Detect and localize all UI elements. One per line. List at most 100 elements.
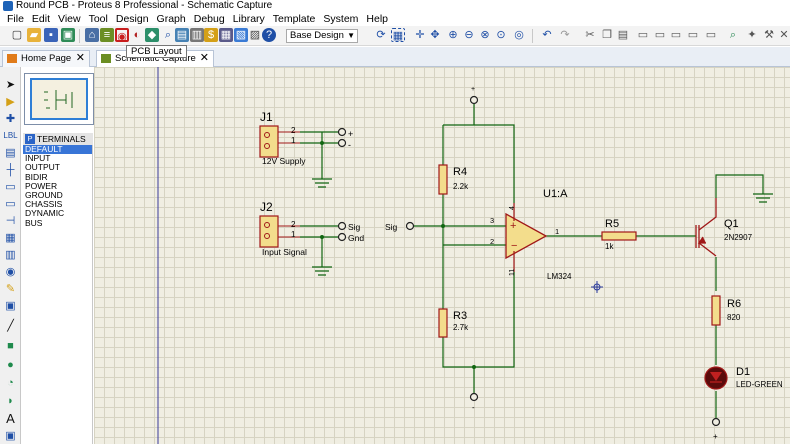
zoom-fit-icon[interactable]: ◎ — [512, 28, 526, 42]
text-script-icon[interactable]: ▤ — [3, 146, 18, 160]
menu-edit[interactable]: Edit — [28, 12, 54, 26]
schematic-canvas[interactable]: J1 2 1 + - 12V Supply J2 2 1 Sig Gnd Inp… — [94, 67, 790, 444]
buses-icon[interactable]: ┼ — [3, 163, 18, 177]
generator-icon[interactable]: ◉ — [3, 265, 18, 279]
wire-label-icon[interactable]: LBL — [3, 129, 18, 143]
pcb-layout-icon[interactable]: ◉ — [115, 28, 129, 43]
mode-toolbar: ➤ ▶ ✚ LBL ▤ ┼ ▭ ▭ ⊣ ▦ ▥ ◉ ✎ ▣ ╱ ■ ● ◔ ◗ … — [0, 67, 21, 444]
origin-icon[interactable]: ✛ — [413, 28, 427, 42]
graph-mode-icon[interactable]: ▦ — [3, 231, 18, 245]
refresh-icon[interactable]: ⟳ — [374, 28, 388, 42]
overview-window[interactable] — [24, 73, 94, 125]
box-tool-icon[interactable]: ■ — [3, 339, 18, 353]
open-folder-icon[interactable]: ▰ — [27, 28, 41, 42]
r6-resistor[interactable] — [711, 295, 721, 326]
r5-resistor[interactable] — [601, 231, 637, 241]
arc-tool-icon[interactable]: ◔ — [3, 376, 18, 390]
copy-icon[interactable]: ❐ — [600, 28, 614, 42]
menu-file[interactable]: File — [3, 12, 28, 26]
j1-pin2: 2 — [291, 126, 296, 135]
close-icon[interactable]: ✕ — [76, 51, 85, 66]
top-rail-label: + — [471, 86, 475, 93]
cut-icon[interactable]: ✂ — [583, 28, 597, 42]
r5-ref: R5 — [605, 218, 619, 230]
u1-opamp[interactable]: + − — [505, 203, 548, 272]
toolbar: ▢ ▰ ▪ ▣ ⌂ ≡ ◉ ◐ ◆ ⌕ ▤ ▥ $ ▦ ▧ ▨ ? Base D… — [0, 26, 790, 46]
close-project-icon[interactable]: ▣ — [61, 28, 75, 42]
save-icon[interactable]: ▪ — [44, 28, 58, 42]
menu-template[interactable]: Template — [269, 12, 320, 26]
schematic-drawing[interactable]: J1 2 1 + - 12V Supply J2 2 1 Sig Gnd Inp… — [94, 67, 790, 444]
component-search-icon[interactable]: ⌕ — [161, 28, 175, 42]
zoom-area-icon[interactable]: ⊙ — [494, 28, 508, 42]
sig-input-terminal[interactable] — [405, 221, 415, 231]
text-tool-icon[interactable]: A — [3, 412, 18, 426]
close-icon[interactable]: ✕ — [200, 51, 209, 66]
redo-icon[interactable]: ↷ — [558, 28, 572, 42]
block-copy-icon[interactable]: ▭ — [636, 28, 650, 42]
led-rail-terminal[interactable] — [711, 417, 721, 427]
list-item[interactable]: BUS — [23, 218, 92, 228]
home-icon[interactable]: ⌂ — [85, 28, 99, 42]
menu-system[interactable]: System — [319, 12, 362, 26]
junction-dot-icon[interactable]: ✚ — [3, 112, 18, 126]
component-mode-icon[interactable]: ▶ — [3, 95, 18, 109]
design-select[interactable]: Base Design ▼ — [286, 29, 358, 43]
help-icon[interactable]: ? — [262, 28, 276, 42]
selection-mode-icon[interactable]: ➤ — [3, 78, 18, 92]
toggle-grid-icon[interactable]: ▦ — [391, 28, 405, 42]
cost-icon[interactable]: $ — [204, 28, 218, 42]
tape-recorder-icon[interactable]: ▥ — [3, 248, 18, 262]
menu-graph[interactable]: Graph — [153, 12, 190, 26]
circle-tool-icon[interactable]: ● — [3, 358, 18, 372]
terminals-title: TERMINALS — [37, 134, 86, 144]
d1-led[interactable] — [704, 366, 728, 390]
menu-library[interactable]: Library — [229, 12, 269, 26]
terminals-mode-icon[interactable]: ▭ — [3, 197, 18, 211]
menu-tool[interactable]: Tool — [85, 12, 112, 26]
tools-icon[interactable]: ✕ — [777, 28, 790, 42]
overview-viewport[interactable] — [30, 78, 88, 120]
source-code-icon[interactable]: ▧ — [234, 28, 248, 42]
tab-home-page[interactable]: Home Page ✕ — [2, 50, 90, 67]
q1-transistor[interactable] — [695, 198, 717, 257]
paste-icon[interactable]: ▤ — [616, 28, 630, 42]
bill-of-materials-icon[interactable]: ▥ — [190, 28, 204, 42]
block-rotate-icon[interactable]: ▭ — [669, 28, 683, 42]
device-pins-icon[interactable]: ⊣ — [3, 214, 18, 228]
virtual-instruments-icon[interactable]: ▣ — [3, 299, 18, 313]
block-move-icon[interactable]: ▭ — [653, 28, 667, 42]
menu-view[interactable]: View — [54, 12, 85, 26]
block-delete-icon[interactable]: ▭ — [686, 28, 700, 42]
new-file-icon[interactable]: ▢ — [10, 28, 24, 42]
gerber-viewer-icon[interactable]: ◆ — [145, 28, 159, 42]
notes-icon[interactable]: ▦ — [219, 28, 233, 42]
pick-parts-icon[interactable]: ▭ — [704, 28, 718, 42]
subcircuit-icon[interactable]: ▭ — [3, 180, 18, 194]
top-rail-terminal[interactable] — [469, 95, 479, 105]
r4-resistor[interactable] — [438, 164, 448, 195]
menu-debug[interactable]: Debug — [190, 12, 229, 26]
path-tool-icon[interactable]: ◗ — [3, 394, 18, 408]
zoom-all-icon[interactable]: ⊗ — [478, 28, 492, 42]
j2-connector[interactable] — [259, 215, 347, 276]
r3-resistor[interactable] — [438, 308, 448, 338]
zoom-in-icon[interactable]: ⊕ — [446, 28, 460, 42]
schematic-icon[interactable]: ≡ — [100, 28, 114, 42]
property-icon[interactable]: ⚒ — [762, 28, 776, 42]
search-icon[interactable]: ⌕ — [726, 28, 740, 42]
zoom-out-icon[interactable]: ⊖ — [462, 28, 476, 42]
netlist-icon[interactable]: ✦ — [745, 28, 759, 42]
line-tool-icon[interactable]: ╱ — [3, 319, 18, 333]
menu-design[interactable]: Design — [112, 12, 153, 26]
bottom-rail-terminal[interactable] — [469, 392, 479, 402]
design-explorer-icon[interactable]: ▤ — [175, 28, 189, 42]
symbol-tool-icon[interactable]: ▣ — [3, 429, 18, 443]
menu-help[interactable]: Help — [362, 12, 392, 26]
voltage-probe-icon[interactable]: ✎ — [3, 282, 18, 296]
vsm-studio-icon[interactable]: ▨ — [248, 28, 262, 42]
pan-icon[interactable]: ✥ — [428, 28, 442, 42]
undo-icon[interactable]: ↶ — [540, 28, 554, 42]
3d-visualizer-icon[interactable]: ◐ — [130, 28, 144, 42]
pick-button[interactable]: P — [25, 134, 35, 144]
